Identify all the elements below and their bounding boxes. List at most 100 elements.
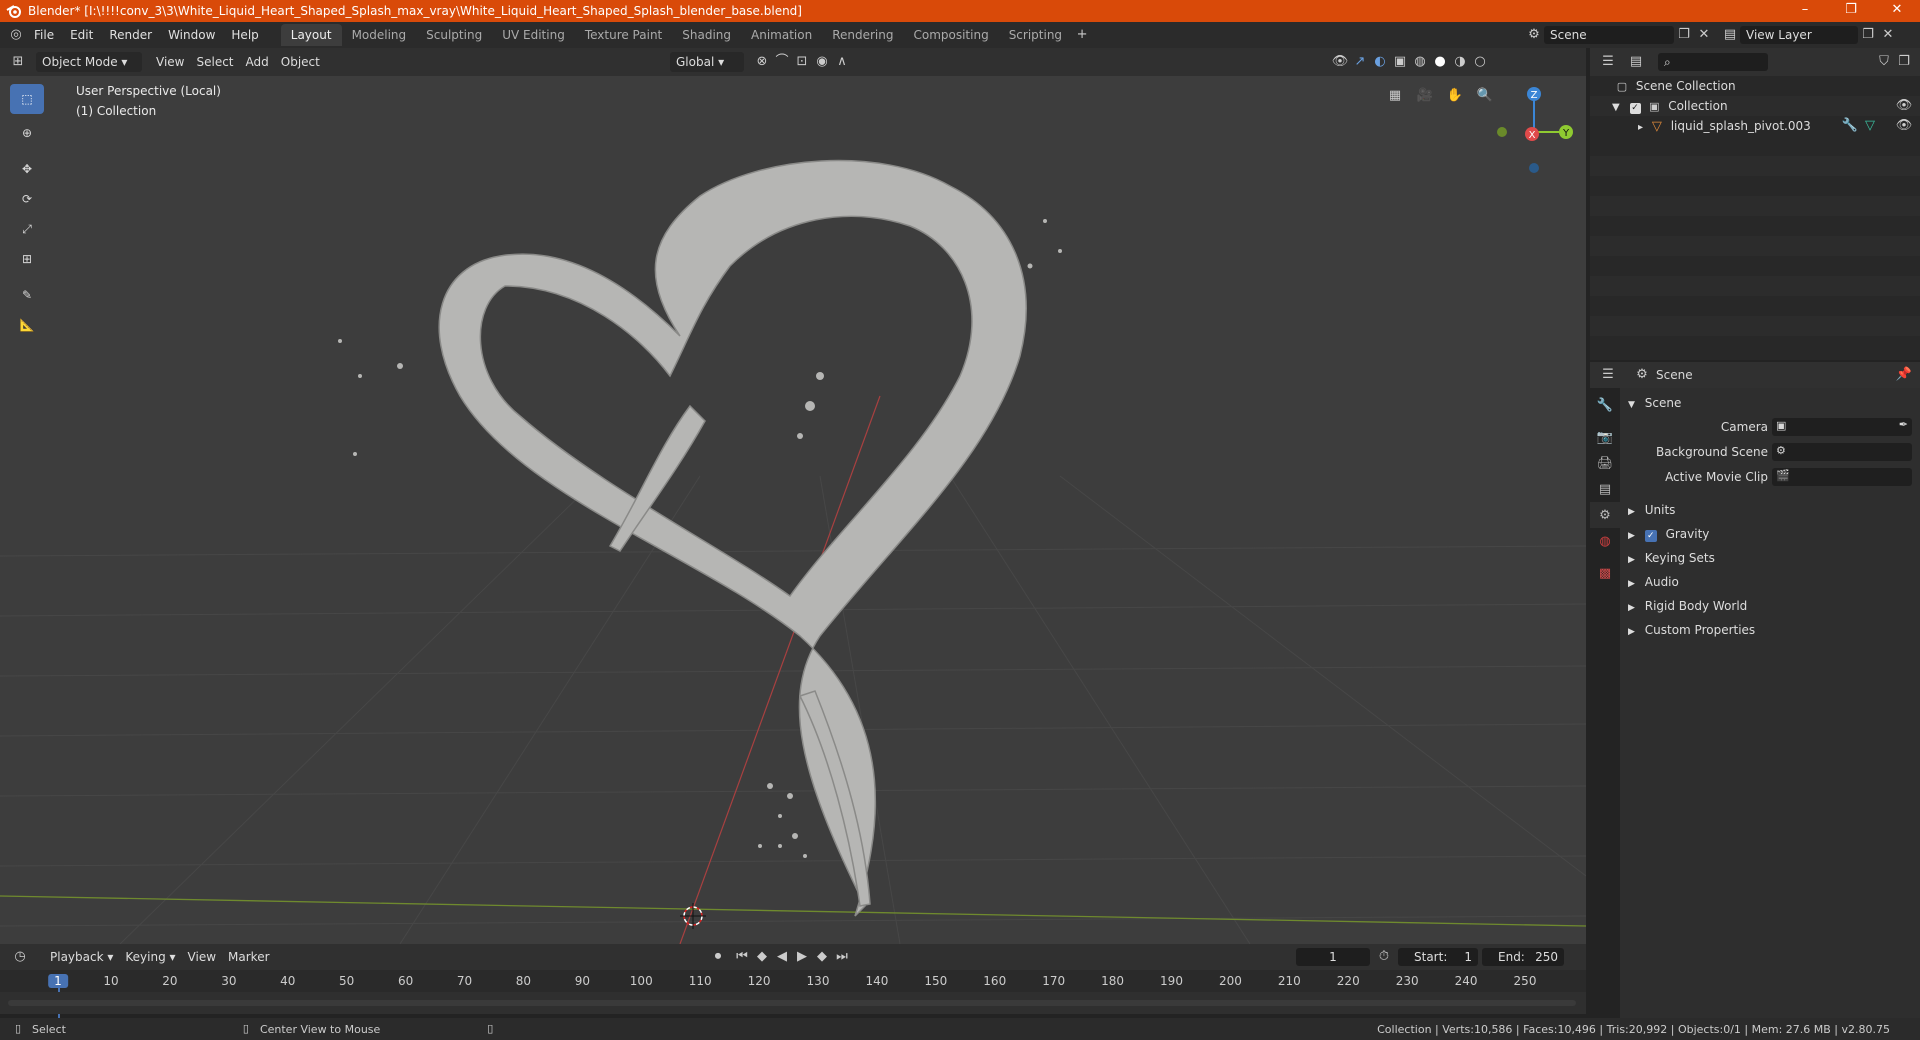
jump-start-icon[interactable]: ⏮ [732,947,752,967]
menu-render[interactable]: Render [101,24,160,46]
jump-end-icon[interactable]: ⏭ [832,947,852,967]
move-tool[interactable]: ✥ [10,154,44,184]
record-icon[interactable]: ⏺ [708,947,728,967]
rotate-tool[interactable]: ⟳ [10,184,44,214]
display-mode-icon[interactable]: ▤ [1626,52,1646,72]
play-reverse-icon[interactable]: ◀ [772,947,792,967]
outliner-row-collection[interactable]: ▼ ✓ ▣ Collection 👁 [1590,96,1920,116]
current-frame-field[interactable]: 1 [1296,948,1370,966]
menu-add[interactable]: Add [240,52,275,72]
expand-collection-icon[interactable]: ▼ [1612,102,1620,113]
tab-scripting[interactable]: Scripting [999,24,1072,46]
transform-orientation-dropdown[interactable]: Global ▾ [670,52,744,72]
delete-view-layer-icon[interactable]: ✕ [1878,25,1898,45]
falloff-icon[interactable]: ∧ [832,52,852,72]
keying-sets-panel[interactable]: ▶ Keying Sets [1620,547,1920,569]
tab-layout[interactable]: Layout [280,24,342,46]
solid-shading-icon[interactable]: ● [1430,52,1450,72]
delete-scene-icon[interactable]: ✕ [1694,25,1714,45]
timeline-scrollbar[interactable] [8,1000,1576,1006]
close-button[interactable]: ✕ [1874,0,1920,22]
start-frame-field[interactable]: Start: 1 [1398,948,1478,966]
menu-window[interactable]: Window [160,24,223,46]
minimize-button[interactable]: – [1782,0,1828,22]
menu-keying[interactable]: Keying ▾ [119,947,181,967]
pan-view-icon[interactable]: ✋ [1440,86,1470,106]
editor-type-icon[interactable]: ⊞ [8,52,28,72]
cursor-tool[interactable]: ⊕ [10,118,44,148]
pivot-icon[interactable]: ⊗ [752,52,772,72]
gravity-checkbox[interactable]: ✓ [1644,530,1657,542]
3d-viewport[interactable]: User Perspective (Local) (1) Collection … [0,76,1586,944]
tool-tab-icon[interactable]: 🔧 [1590,392,1620,418]
camera-view-icon[interactable]: 🎥 [1410,86,1440,106]
tab-compositing[interactable]: Compositing [903,24,998,46]
scene-section-header[interactable]: ▼ Scene [1620,392,1920,414]
snap-target-icon[interactable]: ⊡ [792,52,812,72]
material-shading-icon[interactable]: ◑ [1450,52,1470,72]
outliner-row-object[interactable]: ▸ ▽ liquid_splash_pivot.003 🔧 ▽ 👁 [1590,116,1920,136]
object-mode-dropdown[interactable]: Object Mode ▾ [36,52,142,72]
visibility-icon[interactable]: 👁 [1330,52,1350,72]
outliner-editor-icon[interactable]: ☰ [1598,52,1618,72]
tab-sculpting[interactable]: Sculpting [416,24,492,46]
active-movie-clip-field[interactable]: 🎬 [1772,468,1912,486]
texture-tab-icon[interactable]: ▩ [1590,560,1620,586]
gravity-panel[interactable]: ▶ ✓ Gravity [1620,523,1920,545]
blender-menu-icon[interactable]: ◎ [6,25,26,45]
timeline-ruler[interactable]: 1 10 20 30 40 50 60 70 80 90 100 110 120 130 140 150 160… [0,970,1586,1018]
new-scene-icon[interactable]: ❐ [1674,25,1694,45]
measure-tool[interactable]: 📐 [10,310,44,340]
select-box-tool[interactable]: ⬚ [10,84,44,114]
object-visibility-icon[interactable]: 👁 [1894,116,1914,136]
tab-modeling[interactable]: Modeling [342,24,417,46]
modifier-wrench-icon[interactable]: 🔧 [1840,116,1860,136]
menu-marker[interactable]: Marker [222,947,275,967]
proportional-edit-icon[interactable]: ◉ [812,52,832,72]
clock-icon[interactable]: ⏱ [1374,947,1394,967]
menu-edit[interactable]: Edit [62,24,101,46]
menu-object[interactable]: Object [275,52,326,72]
gizmo-icon[interactable]: ↗ [1350,52,1370,72]
3d-cursor[interactable] [680,903,706,929]
heart-splash-mesh[interactable] [438,159,1027,917]
camera-field[interactable]: ▣ ✒ [1772,418,1912,436]
wireframe-shading-icon[interactable]: ◍ [1410,52,1430,72]
output-tab-icon[interactable]: 🖨 [1590,450,1620,476]
collection-visibility-icon[interactable]: 👁 [1894,96,1914,116]
timeline-track[interactable] [0,992,1586,1014]
custom-properties-panel[interactable]: ▶ Custom Properties [1620,619,1920,641]
add-workspace-icon[interactable]: + [1072,25,1092,45]
snap-icon[interactable]: ⌒ [772,52,792,72]
units-panel[interactable]: ▶ Units [1620,499,1920,521]
background-scene-field[interactable]: ⚙ [1772,443,1912,461]
view-layer-tab-icon[interactable]: ▤ [1590,476,1620,502]
properties-editor-icon[interactable]: ☰ [1598,365,1618,385]
prev-keyframe-icon[interactable]: ◆ [752,947,772,967]
transform-tool[interactable]: ⊞ [10,244,44,274]
new-collection-icon[interactable]: ❐ [1894,52,1914,72]
play-icon[interactable]: ▶ [792,947,812,967]
tab-texture-paint[interactable]: Texture Paint [575,24,672,46]
menu-help[interactable]: Help [223,24,266,46]
mesh-data-icon[interactable]: ▽ [1860,116,1880,136]
menu-file[interactable]: File [26,24,62,46]
scene-tab-icon[interactable]: ⚙ [1590,502,1620,528]
outliner-search-input[interactable]: ⌕ [1658,53,1768,71]
menu-timeline-view[interactable]: View [182,947,222,967]
end-frame-field[interactable]: End: 250 [1482,948,1564,966]
collection-checkbox[interactable]: ✓ [1629,103,1641,114]
render-tab-icon[interactable]: 📷 [1590,424,1620,450]
outliner-row-scene-collection[interactable]: ▢ Scene Collection [1590,76,1920,96]
timeline-editor-icon[interactable]: ◷ [10,947,30,967]
tab-rendering[interactable]: Rendering [822,24,903,46]
menu-playback[interactable]: Playback ▾ [44,947,119,967]
scene-selector[interactable]: Scene [1544,26,1674,44]
overlay-icon[interactable]: ◐ [1370,52,1390,72]
perspective-toggle-icon[interactable]: ▦ [1380,86,1410,106]
scale-tool[interactable]: ⤢ [10,214,44,244]
annotate-tool[interactable]: ✎ [10,280,44,310]
pin-icon[interactable]: 📌 [1894,365,1914,385]
xray-icon[interactable]: ▣ [1390,52,1410,72]
rendered-shading-icon[interactable]: ○ [1470,52,1490,72]
